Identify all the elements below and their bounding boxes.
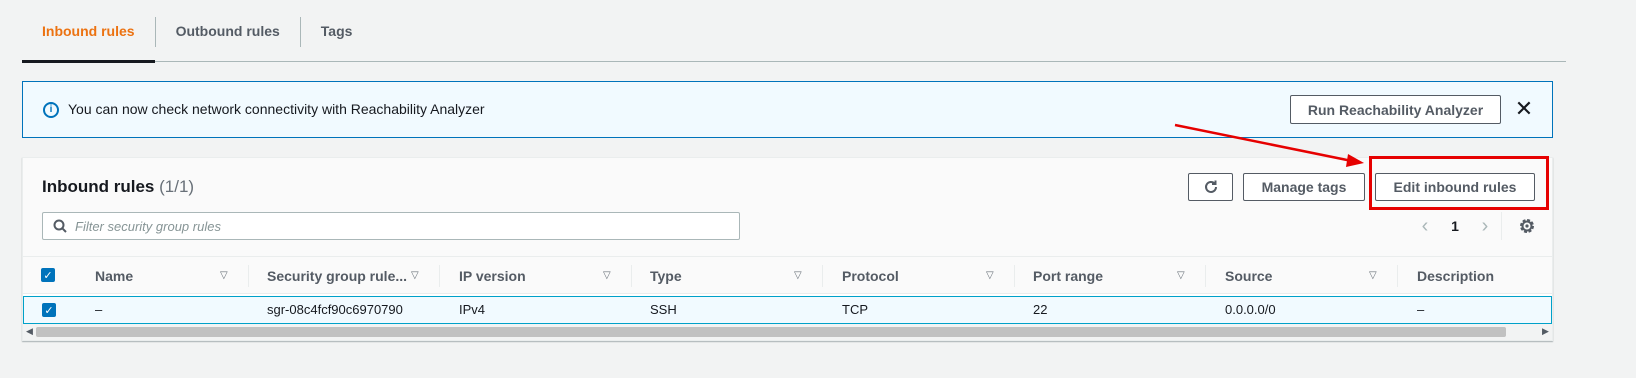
sort-icon[interactable]: ▽ xyxy=(220,270,228,281)
panel-title: Inbound rules (1/1) xyxy=(42,177,194,197)
cell-ip-version: IPv4 xyxy=(459,302,486,317)
column-header-source[interactable]: Source xyxy=(1225,257,1272,295)
cell-source: 0.0.0.0/0 xyxy=(1225,302,1276,317)
table-row[interactable]: ✓ – sgr-08c4fcf90c6970790 IPv4 SSH TCP 2… xyxy=(23,296,1552,324)
column-header-port-range[interactable]: Port range xyxy=(1033,257,1103,295)
sort-icon[interactable]: ▽ xyxy=(411,270,419,281)
previous-page-icon[interactable]: ‹ xyxy=(1415,215,1435,238)
table-header: ✓ Name ▽ Security group rule... ▽ IP ver… xyxy=(23,256,1552,294)
horizontal-scrollbar[interactable]: ◀ ▶ xyxy=(23,324,1552,340)
column-header-name[interactable]: Name xyxy=(95,257,133,295)
column-header-rule-id[interactable]: Security group rule... xyxy=(267,257,407,295)
sort-icon[interactable]: ▽ xyxy=(986,270,994,281)
column-header-description[interactable]: Description xyxy=(1417,257,1494,295)
column-divider xyxy=(1397,265,1398,287)
pagination: ‹ 1 › xyxy=(1415,214,1495,238)
select-all-checkbox[interactable]: ✓ xyxy=(41,268,55,282)
column-header-type[interactable]: Type xyxy=(650,257,682,295)
tab-inbound-rules[interactable]: Inbound rules xyxy=(22,0,155,63)
cell-rule-id[interactable]: sgr-08c4fcf90c6970790 xyxy=(267,302,403,317)
row-checkbox[interactable]: ✓ xyxy=(42,303,56,317)
banner-message: You can now check network connectivity w… xyxy=(68,101,485,117)
filter-input[interactable] xyxy=(75,216,725,236)
tab-tags[interactable]: Tags xyxy=(301,0,373,62)
info-icon: i xyxy=(43,102,59,118)
filter-field[interactable] xyxy=(42,212,740,240)
scroll-right-icon[interactable]: ▶ xyxy=(1542,326,1549,337)
edit-inbound-rules-button[interactable]: Edit inbound rules xyxy=(1375,173,1535,201)
sort-icon[interactable]: ▽ xyxy=(1369,270,1377,281)
close-icon[interactable]: ✕ xyxy=(1513,96,1535,121)
next-page-icon[interactable]: › xyxy=(1475,215,1495,238)
column-divider xyxy=(631,265,632,287)
reachability-info-banner: i You can now check network connectivity… xyxy=(22,81,1553,138)
inbound-rules-panel: Inbound rules (1/1) Manage tags Edit inb… xyxy=(22,156,1553,341)
sort-icon[interactable]: ▽ xyxy=(603,270,611,281)
search-icon xyxy=(53,219,67,233)
cell-protocol: TCP xyxy=(842,302,868,317)
panel-count: (1/1) xyxy=(159,177,195,196)
refresh-button[interactable] xyxy=(1188,173,1233,201)
column-divider xyxy=(1014,265,1015,287)
column-header-ip-version[interactable]: IP version xyxy=(459,257,526,295)
manage-tags-button[interactable]: Manage tags xyxy=(1243,173,1365,201)
sort-icon[interactable]: ▽ xyxy=(794,270,802,281)
refresh-icon xyxy=(1204,180,1217,193)
column-divider xyxy=(439,265,440,287)
tab-outbound-rules[interactable]: Outbound rules xyxy=(156,0,300,62)
panel-header: Inbound rules (1/1) Manage tags Edit inb… xyxy=(23,156,1552,256)
tabs-bar: Inbound rules Outbound rules Tags xyxy=(22,0,1566,63)
column-header-protocol[interactable]: Protocol xyxy=(842,257,899,295)
cell-name: – xyxy=(95,302,103,317)
settings-gear-icon[interactable] xyxy=(1517,216,1537,236)
run-reachability-analyzer-button[interactable]: Run Reachability Analyzer xyxy=(1290,95,1501,124)
column-divider xyxy=(822,265,823,287)
scroll-left-icon[interactable]: ◀ xyxy=(26,326,33,337)
sort-icon[interactable]: ▽ xyxy=(1177,270,1185,281)
scrollbar-thumb[interactable] xyxy=(36,327,1506,337)
column-divider xyxy=(248,265,249,287)
current-page[interactable]: 1 xyxy=(1435,218,1475,234)
cell-port-range: 22 xyxy=(1033,302,1048,317)
pager-divider xyxy=(1501,212,1502,240)
cell-type: SSH xyxy=(650,302,677,317)
panel-title-text: Inbound rules xyxy=(42,177,155,196)
column-divider xyxy=(1205,265,1206,287)
cell-description: – xyxy=(1417,302,1425,317)
